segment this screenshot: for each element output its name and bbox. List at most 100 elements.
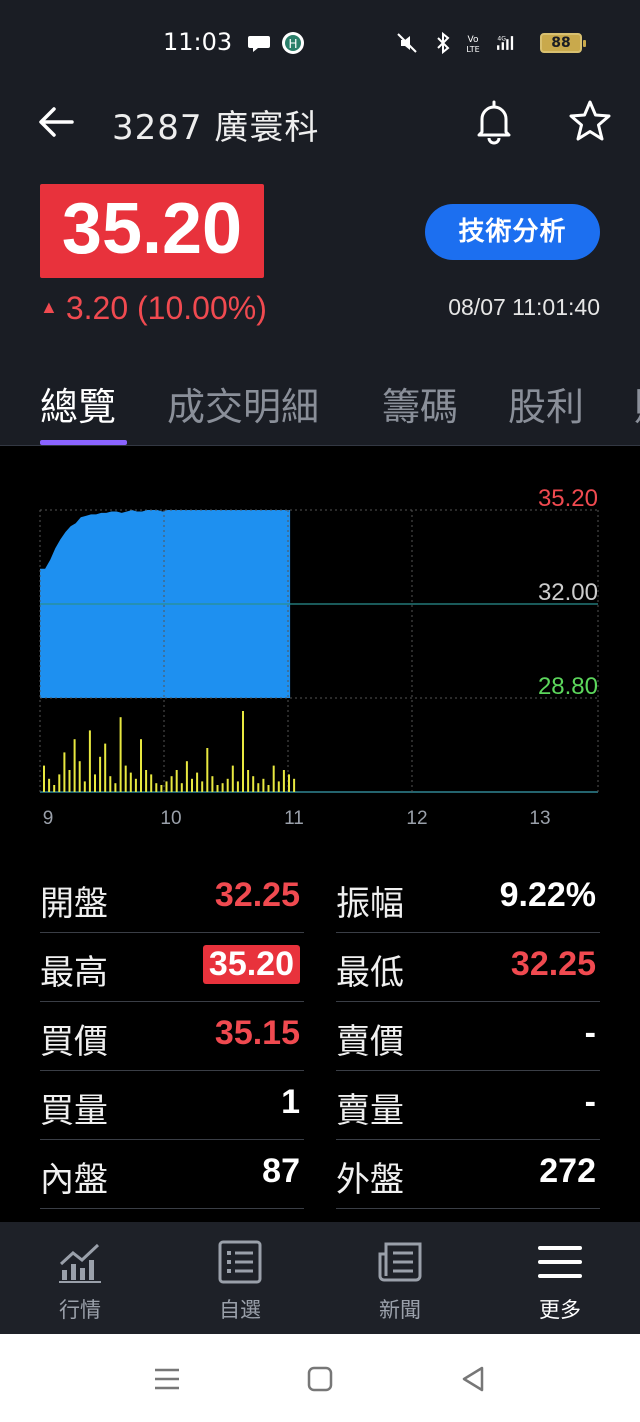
bell-icon[interactable] — [468, 96, 520, 148]
app-header: 3287 廣寰科 — [0, 84, 640, 164]
volume-bar — [201, 781, 204, 792]
volume-bar — [267, 785, 270, 792]
recent-apps-icon[interactable] — [150, 1362, 184, 1396]
stat-amplitude: 振幅 9.22% — [336, 864, 600, 933]
svg-text:Vo: Vo — [468, 35, 479, 45]
signal-4g-icon: 4G — [497, 36, 514, 50]
volume-bar — [58, 774, 61, 792]
stat-open: 開盤 32.25 — [40, 864, 304, 933]
volume-bar — [150, 774, 153, 792]
tab-trade-details[interactable]: 成交明細 — [167, 376, 319, 431]
stat-value: 32.25 — [214, 876, 300, 914]
tab-dividend[interactable]: 股利 — [508, 376, 584, 431]
stat-value: 9.22% — [499, 876, 596, 914]
stat-value: 35.15 — [214, 1014, 300, 1052]
technical-analysis-button[interactable]: 技術分析 — [425, 204, 600, 260]
volume-bar — [160, 785, 163, 792]
volume-bar — [247, 770, 250, 792]
x-tick-label: 9 — [43, 808, 54, 829]
tab-financials[interactable]: 財 — [634, 376, 640, 431]
stat-outer: 外盤 272 — [336, 1140, 600, 1209]
stat-label: 買量 — [40, 1091, 108, 1131]
stat-label: 買價 — [40, 1022, 108, 1062]
stat-low: 最低 32.25 — [336, 933, 600, 1002]
volume-bar — [48, 778, 51, 792]
volume-bar — [124, 765, 127, 792]
watchlist-icon — [218, 1240, 262, 1284]
volume-bar — [165, 781, 168, 792]
stat-value: 35.20 — [202, 945, 300, 984]
market-chart-icon — [59, 1243, 101, 1283]
stat-value: 272 — [539, 1152, 596, 1190]
stat-bid-volume: 買量 1 — [40, 1071, 304, 1140]
menu-icon — [538, 1246, 582, 1278]
svg-text:H: H — [288, 37, 297, 51]
x-tick-label: 12 — [406, 808, 427, 829]
volume-bar — [272, 765, 275, 792]
stat-label: 振幅 — [336, 884, 404, 924]
volume-bar — [114, 783, 117, 792]
nav-market[interactable]: 行情 — [0, 1222, 160, 1334]
volume-bar — [43, 765, 45, 792]
intraday-chart[interactable]: 35.20 32.00 28.80 9 10 11 12 13 — [0, 446, 640, 838]
volume-bar — [236, 781, 239, 792]
volume-bar — [180, 783, 183, 792]
nav-news[interactable]: 新聞 — [320, 1222, 480, 1334]
volume-bar — [206, 748, 209, 792]
volume-bar — [140, 739, 142, 792]
volume-bar — [216, 785, 219, 792]
volume-bar — [129, 772, 132, 792]
chart-canvas: 35.20 32.00 28.80 9 10 11 12 13 — [39, 485, 599, 829]
stat-label: 最高 — [40, 953, 108, 993]
quote-stats: 開盤 32.25 最高 35.20 買價 35.15 買量 1 內盤 87 振幅… — [0, 838, 640, 1222]
volume-bar — [94, 774, 96, 792]
volume-bar — [78, 761, 81, 792]
stat-value: 1 — [281, 1083, 300, 1121]
nav-watchlist[interactable]: 自選 — [160, 1222, 320, 1334]
volume-bar — [83, 781, 86, 792]
bluetooth-icon — [437, 31, 450, 55]
y-label-high: 35.20 — [538, 485, 598, 512]
up-triangle-icon: ▲ — [40, 297, 58, 317]
volume-bar — [109, 776, 112, 792]
bottom-nav: 行情 自選 新聞 更多 — [0, 1222, 640, 1334]
back-arrow-icon[interactable] — [32, 98, 80, 146]
mute-icon — [397, 33, 417, 53]
back-triangle-icon[interactable] — [456, 1362, 490, 1396]
stat-label: 開盤 — [40, 884, 108, 924]
tab-overview[interactable]: 總覽 — [40, 376, 116, 431]
tab-chips[interactable]: 籌碼 — [382, 376, 458, 431]
volume-bar — [104, 743, 107, 792]
star-icon[interactable] — [564, 96, 616, 148]
stat-high: 最高 35.20 — [40, 933, 304, 1002]
x-tick-label: 11 — [284, 808, 304, 829]
nav-more[interactable]: 更多 — [480, 1222, 640, 1334]
x-tick-label: 13 — [529, 808, 550, 829]
volume-bar — [175, 770, 178, 792]
volume-bar — [119, 717, 122, 792]
volume-bar — [226, 778, 229, 792]
stat-ask: 賣價 - — [336, 1002, 600, 1071]
tab-bar: 總覽 成交明細 籌碼 股利 財 — [0, 360, 640, 446]
volume-bar — [262, 778, 265, 792]
volume-bar — [185, 761, 188, 792]
stat-label: 內盤 — [40, 1160, 108, 1200]
volume-bar — [293, 778, 296, 792]
volume-bar — [221, 783, 224, 792]
svg-text:4G: 4G — [497, 36, 506, 43]
home-icon[interactable] — [303, 1362, 337, 1396]
news-icon — [378, 1242, 422, 1282]
current-price: 35.20 — [61, 189, 243, 269]
volume-bar — [231, 765, 234, 792]
health-app-icon: H — [282, 32, 304, 54]
stat-value: - — [584, 1014, 596, 1052]
stat-label: 賣價 — [336, 1022, 404, 1062]
svg-text:LTE: LTE — [466, 45, 479, 54]
volume-bar — [155, 783, 158, 792]
battery-indicator: 88 — [540, 33, 586, 53]
volume-bar — [196, 772, 199, 792]
change-value: 3.20 (10.00%) — [65, 290, 267, 326]
stat-value: - — [584, 1083, 596, 1121]
volume-bar — [288, 774, 290, 792]
y-label-low: 28.80 — [538, 673, 598, 700]
